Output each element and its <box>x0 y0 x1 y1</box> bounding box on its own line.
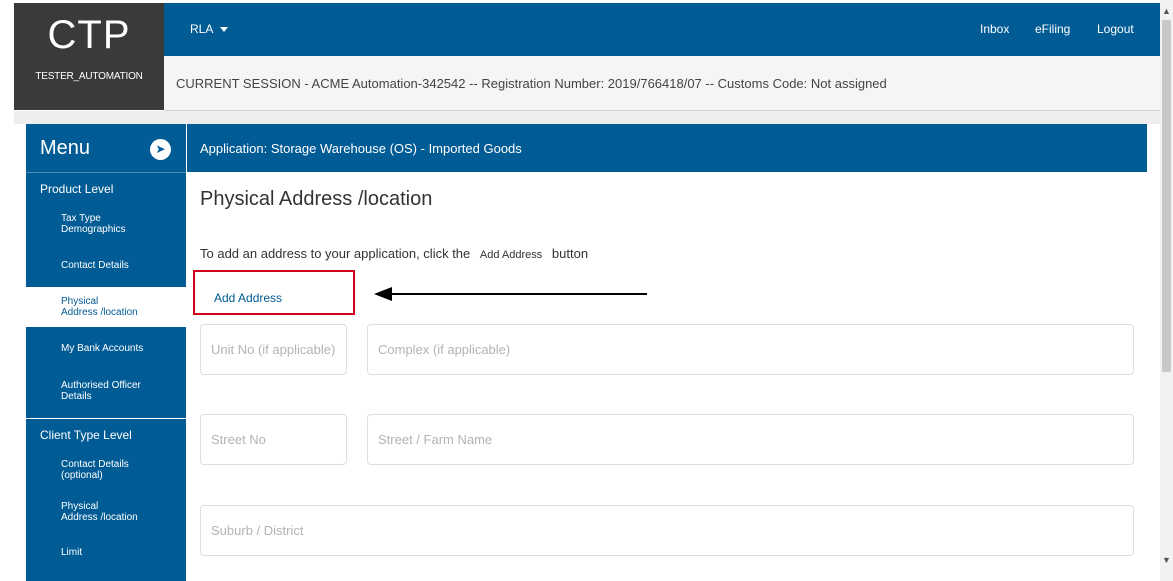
section-divider <box>26 418 186 419</box>
highlight-box <box>193 270 355 315</box>
sidebar-item-contact-details-optional[interactable]: Contact Details (optional) <box>26 454 186 488</box>
sidebar-item-physical-address[interactable]: Physical Address /location <box>26 287 186 327</box>
role-dropdown[interactable]: RLA <box>190 22 229 36</box>
page-scrollbar[interactable]: ▲ ▼ <box>1160 0 1173 581</box>
efiling-link[interactable]: eFiling <box>1035 22 1070 36</box>
application-header: Application: Storage Warehouse (OS) - Im… <box>187 124 1147 172</box>
pin-icon[interactable]: ➤ <box>150 139 171 160</box>
sidebar-menu: Menu ➤ Product Level Tax Type Demographi… <box>26 124 186 581</box>
sidebar-item-label: Physical Address /location <box>61 296 138 318</box>
session-bar: CURRENT SESSION - ACME Automation-342542… <box>164 56 1160 111</box>
sidebar-item-label: My Bank Accounts <box>61 343 144 354</box>
sidebar-item-label: Limit <box>61 547 83 558</box>
sidebar-item-limit[interactable]: Limit <box>26 542 186 564</box>
top-navbar: RLA Inbox eFiling Logout <box>164 3 1160 56</box>
scroll-up-icon[interactable]: ▲ <box>1160 4 1173 18</box>
inbox-link[interactable]: Inbox <box>980 22 1009 36</box>
instructions-prefix: To add an address to your application, c… <box>200 246 471 261</box>
sidebar-item-label: Authorised Officer Details <box>61 380 141 402</box>
main-panel: Physical Address /location To add an add… <box>187 172 1147 581</box>
sidebar-item-client-physical-address[interactable]: Physical Address /location <box>26 496 186 530</box>
sidebar-item-label: Contact Details (optional) <box>61 459 129 481</box>
instructions-button-ref: Add Address <box>479 249 543 261</box>
logout-link[interactable]: Logout <box>1097 22 1134 36</box>
suburb-input[interactable] <box>200 505 1134 556</box>
sidebar-item-contact-details[interactable]: Contact Details <box>26 250 186 280</box>
section-label-client-type-level: Client Type Level <box>40 428 132 442</box>
sidebar-item-authorised-officer[interactable]: Authorised Officer Details <box>26 373 186 407</box>
street-name-input[interactable] <box>367 414 1134 465</box>
current-user: TESTER_AUTOMATION <box>35 71 143 82</box>
scroll-thumb[interactable] <box>1162 20 1171 372</box>
sidebar-item-label: Tax Type Demographics <box>61 213 126 235</box>
application-title: Application: Storage Warehouse (OS) - Im… <box>200 141 522 156</box>
instructions-suffix: button <box>551 246 589 261</box>
unit-no-input[interactable] <box>200 324 347 375</box>
arrow-left-icon <box>374 287 647 301</box>
role-dropdown-label: RLA <box>190 22 214 36</box>
brand-logo: CTP <box>47 13 131 57</box>
instructions-text: To add an address to your application, c… <box>200 246 588 261</box>
section-label-product-level: Product Level <box>40 182 114 196</box>
session-info: CURRENT SESSION - ACME Automation-342542… <box>176 76 887 91</box>
sidebar-item-my-bank-accounts[interactable]: My Bank Accounts <box>26 334 186 362</box>
sidebar-item-label: Contact Details <box>61 260 129 271</box>
sidebar-item-label: Physical Address /location <box>61 501 138 523</box>
header-divider <box>14 111 1160 124</box>
caret-down-icon <box>220 27 229 33</box>
menu-header: Menu ➤ <box>26 124 186 173</box>
sidebar-item-tax-type-demographics[interactable]: Tax Type Demographics <box>26 206 186 240</box>
menu-title: Menu <box>40 137 91 159</box>
complex-input[interactable] <box>367 324 1134 375</box>
scroll-down-icon[interactable]: ▼ <box>1160 553 1173 567</box>
street-no-input[interactable] <box>200 414 347 465</box>
page-title: Physical Address /location <box>200 188 433 210</box>
brand-block: CTP TESTER_AUTOMATION <box>14 3 164 110</box>
